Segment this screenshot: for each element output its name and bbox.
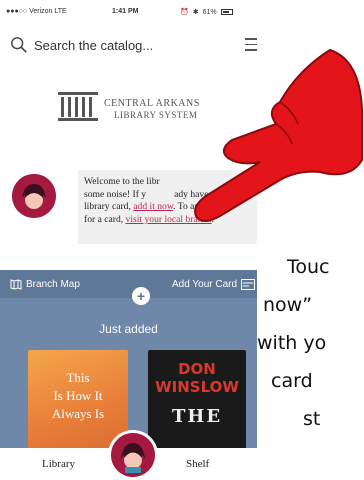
pointing-hand-icon xyxy=(194,48,363,222)
book-title-line: Is How It xyxy=(53,388,103,403)
instruction-line: st xyxy=(303,408,321,430)
instruction-line: card xyxy=(271,370,313,392)
tab-library[interactable]: Library xyxy=(42,458,75,470)
add-card-label: Add Your Card xyxy=(172,279,238,290)
map-icon xyxy=(10,279,22,290)
add-your-card-button[interactable]: Add Your Card xyxy=(172,279,256,290)
status-bar: ●●●○○ Verizon LTE 1:41 PM ⏰ ✱ 61% xyxy=(0,0,257,22)
libby-avatar xyxy=(12,174,56,218)
clock: 1:41 PM xyxy=(112,8,139,15)
book-title-line: THE xyxy=(171,406,223,427)
libby-home-button[interactable] xyxy=(108,430,158,480)
alarm-icon: ⏰ xyxy=(180,9,189,16)
search-icon[interactable] xyxy=(10,36,28,54)
battery-icon xyxy=(220,9,233,15)
instruction-text: Touc now” with yo card st xyxy=(257,248,364,480)
card-icon xyxy=(241,279,256,290)
book-title-line: This xyxy=(66,370,90,385)
tab-shelf[interactable]: Shelf xyxy=(186,458,209,470)
book-author-line: WINSLOW xyxy=(155,378,239,396)
instruction-line: Touc xyxy=(287,256,330,278)
branch-map-button[interactable]: Branch Map xyxy=(10,279,80,290)
carrier-label: ●●●○○ Verizon LTE xyxy=(6,8,67,15)
add-it-now-link[interactable]: add it now xyxy=(133,201,173,212)
instruction-line: now” xyxy=(263,294,313,316)
welcome-text-4: for a card, xyxy=(84,213,126,225)
libby-face-icon xyxy=(111,433,155,477)
book-title-line: Always Is xyxy=(51,406,105,421)
welcome-text-1: Welcome to the libr xyxy=(84,176,160,187)
welcome-text-2: some noise! If y xyxy=(84,188,147,200)
book-cover[interactable]: DON WINSLOW THE xyxy=(148,350,246,460)
instruction-line: with yo xyxy=(257,332,327,354)
branch-map-label: Branch Map xyxy=(26,279,80,290)
library-building-icon xyxy=(58,92,98,121)
search-input[interactable]: Search the catalog... xyxy=(34,38,153,53)
status-right: ⏰ ✱ 61% xyxy=(180,8,233,16)
book-author-line: DON xyxy=(178,360,216,378)
just-added-heading: Just added xyxy=(99,322,158,336)
libby-face-icon xyxy=(12,174,56,218)
battery-percent: 61% xyxy=(202,8,217,16)
expand-plus-button[interactable]: + xyxy=(132,287,150,305)
welcome-text-3: library card, xyxy=(84,201,134,213)
bluetooth-icon: ✱ xyxy=(192,9,199,16)
